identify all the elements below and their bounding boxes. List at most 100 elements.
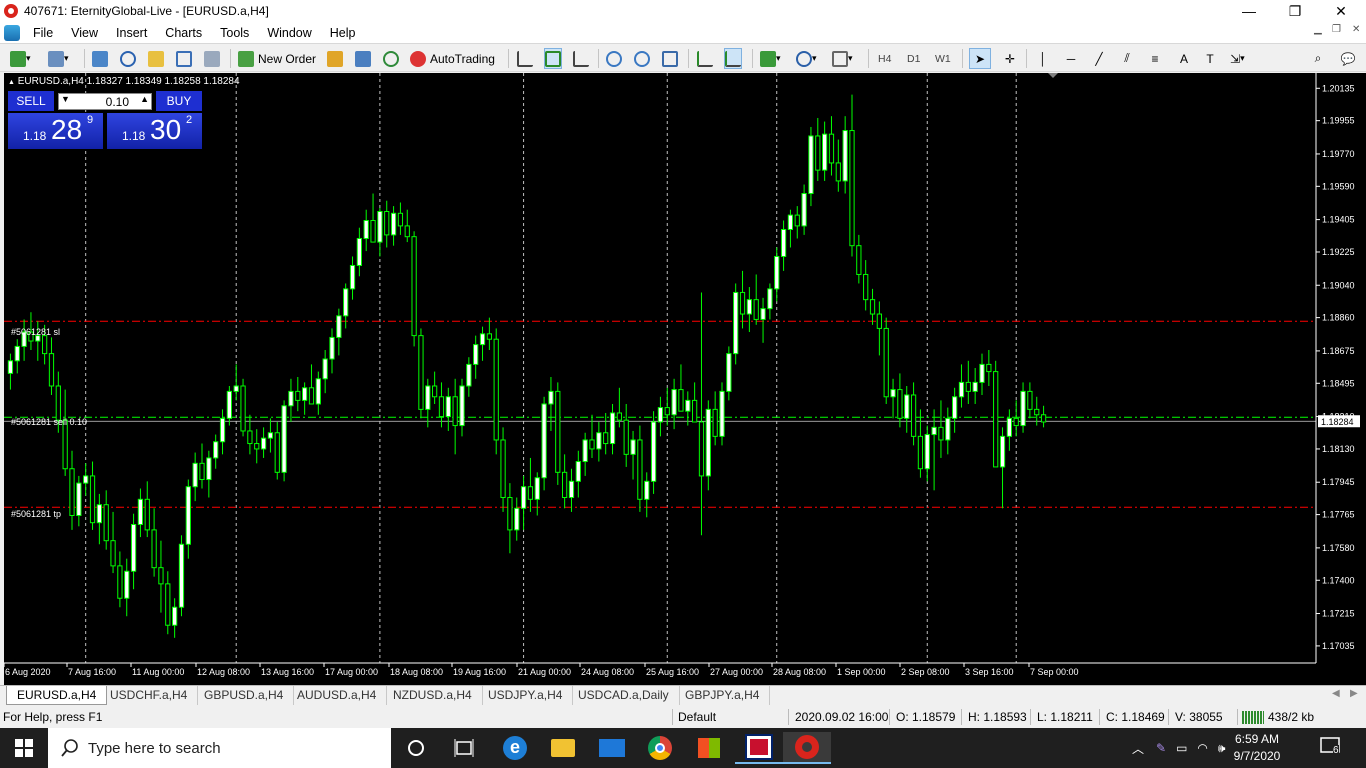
cortana-button[interactable] <box>392 732 440 764</box>
uk-flag-app-button[interactable] <box>735 732 783 764</box>
sell-price-button[interactable]: 1.18 28 9 <box>8 113 103 149</box>
taskbar-search[interactable]: Type here to search <box>48 728 391 768</box>
trendline-button[interactable]: ╱ <box>1091 49 1107 68</box>
signals-button[interactable] <box>383 49 399 68</box>
bar-chart-button[interactable] <box>517 49 533 68</box>
candle-body <box>760 308 766 320</box>
close-button[interactable]: ✕ <box>1318 0 1364 22</box>
notifications-button[interactable]: 6 <box>1320 737 1344 759</box>
price-chart[interactable]: 1.20135 1.19955 1.19770 1.19590 1.19405 1.192… <box>4 73 1366 685</box>
search-button[interactable]: ⌕ <box>1310 49 1326 68</box>
tab-scroll-right-icon[interactable]: ▶ <box>1350 688 1358 699</box>
mail-button[interactable] <box>588 732 636 764</box>
line-chart-icon <box>573 50 589 67</box>
tab-nzdusd[interactable]: NZDUSD.a,H4 <box>383 686 483 705</box>
lot-decrease-icon[interactable]: ▼ <box>61 94 70 104</box>
tab-scroll-left-icon[interactable]: ◀ <box>1332 688 1340 699</box>
strategy-tester-icon <box>204 50 220 67</box>
zoom-out-button[interactable] <box>634 49 650 68</box>
fibonacci-button[interactable]: ≡ <box>1147 49 1163 68</box>
battery-icon[interactable]: ▭ <box>1176 741 1187 755</box>
restore-button[interactable]: ❐ <box>1272 0 1318 22</box>
vps-button[interactable] <box>355 49 371 68</box>
arrows-button[interactable]: ⇲ ▾ <box>1230 49 1245 68</box>
chat-button[interactable]: 💬 <box>1338 49 1358 68</box>
store-button[interactable] <box>685 732 733 764</box>
timeframe-w1[interactable]: W1 <box>935 49 951 68</box>
wifi-icon[interactable]: ◠ <box>1197 741 1207 755</box>
terminal-button[interactable] <box>176 49 192 68</box>
vps-icon <box>355 50 371 67</box>
vertical-line-button[interactable]: │ <box>1035 49 1051 68</box>
candle-body <box>746 299 752 315</box>
taskbar-clock[interactable]: 6:59 AM 9/7/2020 <box>1226 731 1288 765</box>
tab-usdchf[interactable]: USDCHF.a,H4 <box>100 686 199 705</box>
candle-body <box>42 335 48 355</box>
cursor-button[interactable]: ➤ <box>969 48 991 69</box>
buy-price-button[interactable]: 1.18 30 2 <box>107 113 202 149</box>
market-watch-button[interactable] <box>92 49 108 68</box>
new-order-button[interactable]: New Order <box>238 49 316 68</box>
tile-windows-button[interactable] <box>662 49 678 68</box>
tab-usdjpy[interactable]: USDJPY.a,H4 <box>478 686 574 705</box>
volume-icon[interactable]: 🕪 <box>1218 741 1226 756</box>
menu-view[interactable]: View <box>62 26 107 40</box>
mdi-minimize-icon[interactable]: ▁ <box>1314 24 1322 35</box>
tab-eurusd[interactable]: EURUSD.a,H4 <box>6 686 108 705</box>
menu-charts[interactable]: Charts <box>156 26 211 40</box>
candle-body <box>466 363 472 387</box>
candlestick-button[interactable] <box>544 48 562 69</box>
tab-usdcad[interactable]: USDCAD.a,Daily <box>568 686 680 705</box>
data-window-button[interactable] <box>120 49 136 68</box>
edge-button[interactable]: e <box>491 732 539 764</box>
indicators-button[interactable]: ▾ <box>760 49 781 68</box>
buy-button[interactable]: BUY <box>156 91 202 111</box>
lot-size-field[interactable]: ▼ 0.10 ▲ <box>58 93 152 110</box>
navigator-button[interactable] <box>148 49 164 68</box>
document-icon[interactable] <box>4 24 20 41</box>
horizontal-line-button[interactable]: ─ <box>1063 49 1079 68</box>
tab-gbpjpy[interactable]: GBPJPY.a,H4 <box>675 686 771 705</box>
text-button[interactable]: A <box>1176 49 1192 68</box>
strategy-tester-button[interactable] <box>204 49 220 68</box>
menu-help[interactable]: Help <box>321 26 365 40</box>
periods-button[interactable]: ▾ <box>796 49 817 68</box>
text-label-button[interactable]: T <box>1202 49 1218 68</box>
timeframe-h4[interactable]: H4 <box>878 49 891 68</box>
task-view-button[interactable] <box>440 732 488 764</box>
sell-button[interactable]: SELL <box>8 91 54 111</box>
menu-window[interactable]: Window <box>258 26 320 40</box>
show-hidden-icons[interactable]: ︿ <box>1132 740 1144 757</box>
pen-icon[interactable]: ✎ <box>1156 741 1166 755</box>
tab-audusd[interactable]: AUDUSD.a,H4 <box>287 686 388 705</box>
mdi-close-icon[interactable]: ✕ <box>1352 24 1360 35</box>
menu-insert[interactable]: Insert <box>107 26 156 40</box>
menu-tools[interactable]: Tools <box>211 26 258 40</box>
chart-shift-button[interactable] <box>724 48 742 69</box>
metatrader-taskbar-button[interactable] <box>783 732 831 764</box>
autoscroll-button[interactable] <box>697 49 713 68</box>
templates-button[interactable]: ▾ <box>832 49 853 68</box>
new-chart-button[interactable]: ▾ <box>10 49 31 68</box>
candle-body <box>582 439 588 463</box>
candle-body <box>124 570 130 599</box>
minimize-button[interactable]: — <box>1226 0 1272 22</box>
chrome-button[interactable] <box>636 732 684 764</box>
line-chart-button[interactable] <box>573 49 589 68</box>
timeframe-d1[interactable]: D1 <box>907 49 920 68</box>
start-button[interactable] <box>0 728 48 768</box>
autotrading-button[interactable]: AutoTrading <box>410 49 495 68</box>
menu-file[interactable]: File <box>24 26 62 40</box>
chart-window[interactable]: 1.20135 1.19955 1.19770 1.19590 1.19405 1.192… <box>4 73 1366 685</box>
crosshair-button[interactable]: ✛ <box>1000 49 1020 68</box>
lot-increase-icon[interactable]: ▲ <box>140 94 149 104</box>
tab-gbpusd[interactable]: GBPUSD.a,H4 <box>194 686 295 705</box>
file-explorer-button[interactable] <box>539 732 587 764</box>
metaeditor-button[interactable] <box>327 49 343 68</box>
profiles-button[interactable]: ▾ <box>48 49 69 68</box>
mdi-restore-icon[interactable]: ❐ <box>1332 24 1341 35</box>
zoom-in-button[interactable] <box>606 49 622 68</box>
equidistant-channel-button[interactable]: ⫽ <box>1119 49 1135 68</box>
candle <box>356 227 362 277</box>
app-logo-icon <box>4 4 18 18</box>
